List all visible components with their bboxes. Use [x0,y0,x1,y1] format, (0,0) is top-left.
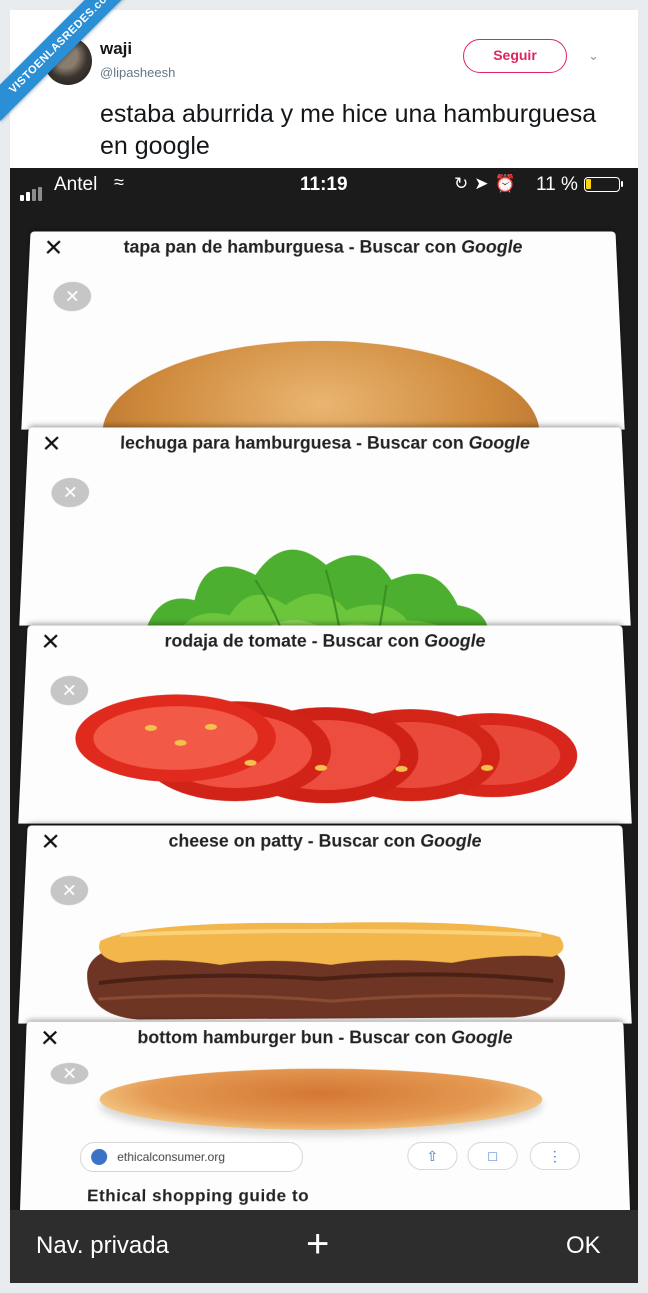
tab-title-brand: Google [420,831,482,850]
clear-search-icon[interactable]: ✕ [50,1063,88,1085]
bookmark-icon[interactable]: □ [467,1142,518,1170]
clear-search-icon[interactable]: ✕ [51,478,90,507]
lettuce-image [132,520,499,626]
clear-search-icon[interactable]: ✕ [50,876,89,905]
follow-button[interactable]: Seguir [463,39,567,73]
tab-title: bottom hamburger bun - Buscar con Google [26,1028,625,1048]
share-icon[interactable]: ⇧ [407,1142,458,1170]
chevron-down-icon[interactable]: ⌄ [588,48,599,64]
status-icons: ↻➤⏰ [454,174,522,194]
new-tab-button[interactable]: + [306,1224,329,1264]
tab-title: cheese on patty - Buscar con Google [26,831,623,851]
tab-title-text: rodaja de tomate - Buscar con [164,631,424,650]
battery-icon [584,177,620,192]
private-browsing-button[interactable]: Nav. privada [36,1232,169,1260]
tab-title-text: cheese on patty - Buscar con [168,831,420,850]
tab-title: lechuga para hamburguesa - Buscar con Go… [27,433,622,453]
result-url: ethicalconsumer.org [117,1143,225,1171]
tab-title: rodaja de tomate - Buscar con Google [26,631,623,651]
cheese-patty-image [77,913,575,1023]
status-bar: Antel ≈ 11:19 ↻➤⏰ 11 % [10,168,638,202]
tab-card-lettuce[interactable]: ✕ lechuga para hamburguesa - Buscar con … [19,427,630,625]
tab-card-tomato[interactable]: ✕ rodaja de tomate - Buscar con Google ✕ [18,625,631,823]
tweet-text: estaba aburrida y me hice una hamburgues… [100,98,620,162]
user-handle[interactable]: @lipasheesh [100,65,175,80]
result-url-bar[interactable]: ethicalconsumer.org [80,1142,303,1172]
user-name[interactable]: waji [100,39,132,59]
tab-title-text: bottom hamburger bun - Buscar con [137,1028,451,1047]
carrier-label: Antel [54,174,97,196]
tab-switcher-bar: Nav. privada + OK [10,1210,638,1283]
tab-title-brand: Google [424,631,486,650]
more-icon[interactable]: ⋮ [529,1142,580,1170]
clock: 11:19 [300,174,348,196]
tab-card-bottom-bun[interactable]: ✕ bottom hamburger bun - Buscar con Goog… [19,1022,630,1231]
lock-rotation-icon: ↻ [454,174,474,193]
tab-title: tapa pan de hamburguesa - Buscar con Goo… [29,237,616,257]
clear-search-icon[interactable]: ✕ [53,282,92,311]
location-icon: ➤ [474,174,494,193]
phone-screenshot: Antel ≈ 11:19 ↻➤⏰ 11 % ✕ tapa pan de ham… [10,168,638,1283]
signal-icon [20,179,44,201]
bottom-bun-image [99,1069,543,1130]
top-bun-image [99,341,542,430]
tab-title-brand: Google [451,1028,513,1047]
result-snippet: Ethical shopping guide to [87,1186,309,1206]
tomato-slices-image [67,684,585,824]
tweet-header: waji @lipasheesh Seguir ⌄ estaba aburrid… [10,10,638,168]
screenshot-frame: VISTOENLASREDES.com waji @lipasheesh Seg… [0,0,648,1293]
tab-title-brand: Google [468,433,530,452]
tab-title-text: lechuga para hamburguesa - Buscar con [120,433,469,452]
alarm-icon: ⏰ [495,174,522,193]
tab-card-top-bun[interactable]: ✕ tapa pan de hamburguesa - Buscar con G… [21,231,624,429]
tab-title-text: tapa pan de hamburguesa - Buscar con [123,237,461,256]
battery-percent: 11 % [536,174,578,196]
tab-card-cheese-patty[interactable]: ✕ cheese on patty - Buscar con Google ✕ [18,825,631,1023]
done-button[interactable]: OK [566,1232,601,1260]
globe-icon [91,1149,107,1165]
tab-title-brand: Google [461,237,523,256]
wifi-icon: ≈ [114,172,124,193]
